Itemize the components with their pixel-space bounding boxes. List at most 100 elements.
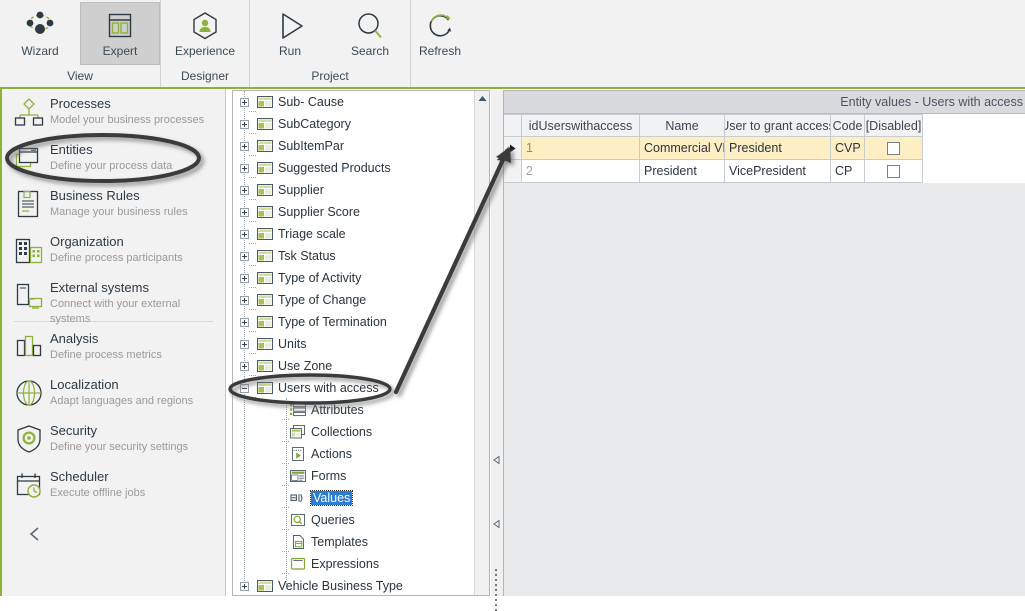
tree-expander-plus-icon[interactable] bbox=[240, 251, 249, 261]
table-row[interactable]: 2 President VicePresident CP bbox=[504, 160, 1025, 183]
panel-splitter[interactable] bbox=[491, 90, 503, 611]
tree-expander-plus-icon[interactable] bbox=[240, 185, 249, 195]
scroll-up-arrow-icon[interactable] bbox=[475, 91, 489, 106]
tree-expander-plus-icon[interactable] bbox=[240, 207, 249, 217]
splitter-grip[interactable] bbox=[495, 569, 498, 611]
entities-window-icon bbox=[12, 141, 46, 175]
column-header-name[interactable]: Name bbox=[640, 114, 725, 137]
tree-node-spacer bbox=[273, 472, 282, 481]
column-header-idUserswithaccess[interactable]: idUserswithaccess bbox=[522, 114, 640, 137]
tree-expander-plus-icon[interactable] bbox=[240, 581, 249, 591]
tree-node-label: Vehicle Business Type bbox=[278, 579, 403, 593]
tree-node[interactable]: Users with access bbox=[233, 377, 474, 399]
tree-node[interactable]: Templates bbox=[233, 531, 474, 553]
sidebar-item-processes[interactable]: Processes Model your business processes bbox=[2, 89, 225, 135]
tree-expander-plus-icon[interactable] bbox=[240, 361, 249, 371]
chevron-left-icon bbox=[26, 525, 44, 546]
tree-expander-plus-icon[interactable] bbox=[240, 229, 249, 239]
tree-expander-plus-icon[interactable] bbox=[240, 119, 249, 129]
tree-node-label: Use Zone bbox=[278, 359, 333, 373]
column-header-code[interactable]: Code bbox=[831, 114, 865, 137]
table-row[interactable]: 1 Commercial VP President CVP bbox=[504, 137, 1025, 160]
tree-scrollbar[interactable] bbox=[474, 91, 489, 595]
entities-tree[interactable]: Sub- Cause SubCategory SubItemPar Suggested… bbox=[233, 91, 474, 595]
tree-node[interactable]: Triage scale bbox=[233, 223, 474, 245]
expert-button[interactable]: Expert bbox=[80, 2, 160, 65]
sidebar-item-analysis[interactable]: Analysis Define process metrics bbox=[2, 324, 225, 370]
expressions-icon bbox=[290, 556, 306, 572]
tree-expander-plus-icon[interactable] bbox=[240, 273, 249, 283]
search-button[interactable]: Search bbox=[330, 2, 410, 65]
disabled-checkbox[interactable] bbox=[887, 164, 900, 178]
sidebar-item-security[interactable]: Security Define your security settings bbox=[2, 416, 225, 462]
cell-user-to-grant-access[interactable]: President bbox=[725, 137, 831, 160]
tree-node[interactable]: Vehicle Business Type bbox=[233, 575, 474, 595]
splitter-collapse-arrow-top-icon[interactable] bbox=[493, 456, 501, 464]
tree-expander-minus-icon[interactable] bbox=[240, 383, 249, 393]
tree-node[interactable]: Suggested Products bbox=[233, 157, 474, 179]
tree-node[interactable]: Supplier bbox=[233, 179, 474, 201]
row-header-cell[interactable] bbox=[504, 137, 522, 160]
sidebar-item-localization[interactable]: Localization Adapt languages and regions bbox=[2, 370, 225, 416]
cell-id[interactable]: 1 bbox=[522, 137, 640, 160]
tree-expander-plus-icon[interactable] bbox=[240, 97, 249, 107]
tree-node[interactable]: SubItemPar bbox=[233, 135, 474, 157]
entity-values-grid[interactable]: idUserswithaccess Name User to grant acc… bbox=[504, 114, 1025, 183]
tree-expander-plus-icon[interactable] bbox=[240, 141, 249, 151]
tree-node-label: Expressions bbox=[311, 557, 380, 571]
cell-code[interactable]: CVP bbox=[831, 137, 865, 160]
sidebar-item-analysis-subtitle: Define process metrics bbox=[50, 349, 162, 361]
tree-node[interactable]: Attributes bbox=[233, 399, 474, 421]
tree-node[interactable]: Units bbox=[233, 333, 474, 355]
sidebar-item-external-systems[interactable]: External systems Connect with your exter… bbox=[2, 273, 225, 325]
wizard-button[interactable]: Wizard bbox=[0, 2, 80, 65]
tree-expander-plus-icon[interactable] bbox=[240, 163, 249, 173]
tree-node[interactable]: Forms bbox=[233, 465, 474, 487]
cell-name[interactable]: Commercial VP bbox=[640, 137, 725, 160]
tree-node[interactable]: Collections bbox=[233, 421, 474, 443]
sidebar-item-business-rules[interactable]: Business Rules Manage your business rule… bbox=[2, 181, 225, 227]
tree-connector bbox=[249, 168, 257, 178]
sidebar-item-processes-title: Processes bbox=[50, 96, 111, 111]
refresh-button[interactable]: Refresh bbox=[411, 2, 469, 65]
disabled-checkbox[interactable] bbox=[887, 141, 900, 155]
tree-node[interactable]: Actions bbox=[233, 443, 474, 465]
splitter-collapse-arrow-bottom-icon[interactable] bbox=[493, 520, 501, 528]
tree-node[interactable]: Sub- Cause bbox=[233, 91, 474, 113]
tree-connector bbox=[249, 278, 257, 288]
cell-id[interactable]: 2 bbox=[522, 160, 640, 183]
tree-node[interactable]: Type of Change bbox=[233, 289, 474, 311]
tree-node[interactable]: Tsk Status bbox=[233, 245, 474, 267]
tree-node-label: Suggested Products bbox=[278, 161, 391, 175]
refresh-circular-arrow-icon bbox=[421, 7, 459, 45]
sidebar-collapse-button[interactable] bbox=[24, 524, 46, 546]
tree-node[interactable]: Type of Termination bbox=[233, 311, 474, 333]
tree-node[interactable]: Expressions bbox=[233, 553, 474, 575]
cell-disabled[interactable] bbox=[865, 137, 923, 160]
tree-expander-plus-icon[interactable] bbox=[240, 295, 249, 305]
column-header-disabled[interactable]: [Disabled] bbox=[865, 114, 923, 137]
sidebar-item-entities[interactable]: Entities Define your process data bbox=[2, 135, 225, 181]
tree-node[interactable]: Supplier Score bbox=[233, 201, 474, 223]
tree-node[interactable]: Use Zone bbox=[233, 355, 474, 377]
column-header-user-to-grant-access[interactable]: User to grant access bbox=[725, 114, 831, 137]
run-button[interactable]: Run bbox=[250, 2, 330, 65]
tree-expander-plus-icon[interactable] bbox=[240, 317, 249, 327]
tree-node[interactable]: SubCategory bbox=[233, 113, 474, 135]
tree-node[interactable]: Values bbox=[233, 487, 474, 509]
cell-code[interactable]: CP bbox=[831, 160, 865, 183]
tree-expander-plus-icon[interactable] bbox=[240, 339, 249, 349]
run-button-label: Run bbox=[278, 44, 301, 58]
tree-node[interactable]: Queries bbox=[233, 509, 474, 531]
sidebar-item-analysis-title: Analysis bbox=[50, 331, 99, 346]
cell-user-to-grant-access[interactable]: VicePresident bbox=[725, 160, 831, 183]
cell-disabled[interactable] bbox=[865, 160, 923, 183]
cell-name[interactable]: President bbox=[640, 160, 725, 183]
tree-node-label: Users with access bbox=[278, 381, 379, 395]
experience-button[interactable]: Experience bbox=[161, 2, 249, 65]
tree-node[interactable]: Type of Activity bbox=[233, 267, 474, 289]
sidebar-item-scheduler[interactable]: Scheduler Execute offline jobs bbox=[2, 462, 225, 508]
sidebar-item-organization[interactable]: Organization Define process participants bbox=[2, 227, 225, 273]
row-header-cell[interactable] bbox=[504, 160, 522, 183]
tree-connector bbox=[249, 102, 257, 112]
